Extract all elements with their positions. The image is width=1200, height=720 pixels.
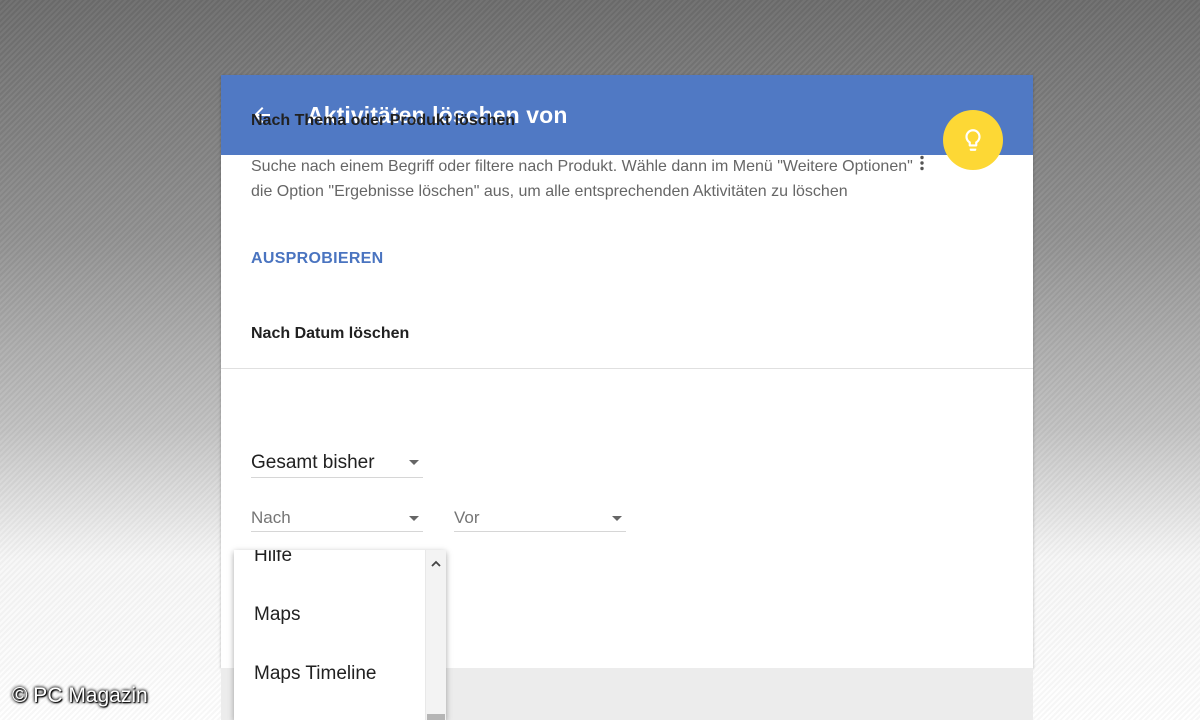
after-date-select[interactable]: Nach [251,505,423,532]
date-range-value: Gesamt bisher [251,452,375,473]
date-range-select[interactable]: Gesamt bisher [251,447,423,478]
page-title: Aktivitäten löschen von [307,101,568,128]
after-date-placeholder: Nach [251,508,291,527]
chevron-up-icon[interactable] [430,556,442,567]
dropdown-scrollbar[interactable] [425,550,446,720]
back-button[interactable] [245,98,279,132]
dropdown-item-maps[interactable]: Maps [254,604,300,626]
header-bar: Aktivitäten löschen von [221,75,1033,155]
dropdown-caret-icon [612,515,622,521]
dropdown-item-hilfe[interactable]: Hilfe [254,550,292,567]
product-dropdown-list[interactable]: Hilfe Maps Maps Timeline [234,550,446,720]
try-it-link[interactable]: AUSPROBIEREN [251,250,384,268]
before-date-placeholder: Vor [454,508,480,527]
scrollbar-thumb[interactable] [427,714,445,720]
dropdown-caret-icon [409,459,419,465]
watermark: © PC Magazin [12,684,148,707]
before-date-select[interactable]: Vor [454,505,626,532]
arrow-back-icon [254,107,270,123]
dropdown-item-maps-timeline[interactable]: Maps Timeline [254,663,377,685]
dropdown-caret-icon [409,515,419,521]
